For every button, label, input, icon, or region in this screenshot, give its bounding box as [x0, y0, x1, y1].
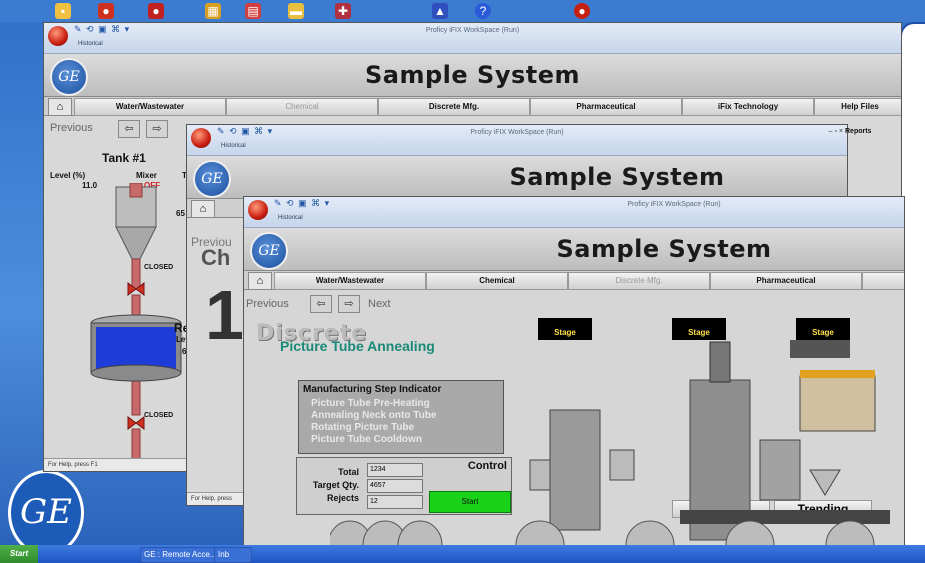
back-arrow-icon[interactable]: ⇦	[310, 295, 332, 313]
start-button[interactable]: Start	[429, 491, 511, 513]
prev-next-bar: Previous ⇦ ⇨ Next	[244, 293, 484, 315]
tab-water[interactable]: Water/Wastewater	[74, 98, 226, 116]
window-title: Proficy iFIX WorkSpace (Run)	[470, 129, 564, 136]
rejects-value: 12	[367, 495, 423, 509]
title-bar: ✎ ⟲ ▣ ⌘ ▾ Proficy iFIX WorkSpace (Run) H…	[44, 23, 901, 54]
desktop-icon-bar: ▪ ● ● ▦ ▤ ▬ ✚ ▲ ? ●	[0, 0, 925, 22]
tab-pharmaceutical[interactable]: Pharmaceutical	[710, 272, 862, 290]
level-label: Level (%)	[50, 171, 86, 180]
next-label[interactable]: Next	[368, 298, 391, 310]
network-icon[interactable]: ▦	[205, 3, 221, 19]
flag-icon[interactable]: ✚	[335, 3, 351, 19]
target-qty-field[interactable]: 4657	[367, 479, 423, 493]
ge-logo-icon: GE	[193, 160, 231, 198]
ribbon-tab-historical[interactable]: Historical	[221, 143, 246, 149]
home-icon[interactable]: ⌂	[248, 272, 272, 290]
folder-icon[interactable]: ▬	[288, 3, 304, 19]
rejects-label: Rejects	[326, 493, 359, 503]
ge-logo: GE	[8, 470, 84, 556]
subheading: Picture Tube Annealing	[280, 338, 435, 354]
stage-label-3: Stage	[796, 318, 850, 340]
step-item: Picture Tube Pre-Heating	[311, 398, 430, 409]
taskbar: Start GE : Remote Acce... Inb	[0, 545, 925, 563]
big-digit: 1	[205, 276, 244, 354]
help-icon[interactable]: ?	[475, 3, 491, 19]
tab-more[interactable]	[862, 272, 904, 290]
app-icon[interactable]: ●	[98, 3, 114, 19]
tab-water[interactable]: Water/Wastewater	[274, 272, 426, 290]
quick-access-toolbar[interactable]: ✎ ⟲ ▣ ⌘ ▾	[274, 198, 330, 209]
title-bar: ✎ ⟲ ▣ ⌘ ▾ Proficy iFIX WorkSpace (Run) H…	[187, 125, 847, 156]
nav-tabs: ⌂ Water/Wastewater Chemical Discrete Mfg…	[44, 97, 901, 116]
picture-tubes	[330, 520, 875, 545]
app-icon[interactable]: ▲	[432, 3, 448, 19]
reports-tab[interactable]: Reports	[845, 128, 871, 135]
system-banner: GE Sample System	[244, 228, 904, 271]
forward-arrow-icon[interactable]: ⇨	[338, 295, 360, 313]
tab-ifix[interactable]: iFix Technology	[682, 98, 814, 116]
taskbar-item[interactable]: GE : Remote Acce...	[140, 547, 218, 563]
tab-help[interactable]: Help Files	[814, 98, 901, 116]
target-qty-label: Target Qty.	[312, 480, 359, 490]
step-indicator-panel: Manufacturing Step Indicator Picture Tub…	[298, 380, 504, 454]
tab-discrete[interactable]: Discrete Mfg.	[378, 98, 530, 116]
system-title: Sample System	[509, 163, 725, 191]
previous-label[interactable]: Previous	[246, 298, 289, 310]
folder-icon[interactable]: ▪	[55, 3, 71, 19]
title-bar: ✎ ⟲ ▣ ⌘ ▾ Proficy iFIX WorkSpace (Run) H…	[244, 197, 904, 228]
system-title: Sample System	[556, 235, 772, 263]
document-icon[interactable]: ▤	[245, 3, 261, 19]
tab-discrete[interactable]: Discrete Mfg.	[568, 272, 710, 290]
ribbon-tab-historical[interactable]: Historical	[78, 41, 103, 47]
taskbar-item[interactable]: Inb	[214, 547, 252, 563]
forward-arrow-icon[interactable]: ⇨	[146, 120, 168, 138]
level-value: 11.0	[82, 181, 98, 190]
ge-logo-icon: GE	[250, 232, 288, 270]
app-orb-icon[interactable]	[248, 200, 268, 220]
app-icon[interactable]: ●	[148, 3, 164, 19]
tab-chemical[interactable]: Chemical	[226, 98, 378, 116]
total-value: 1234	[367, 463, 423, 477]
window-title: Proficy iFIX WorkSpace (Run)	[627, 201, 721, 208]
stage-label-1: Stage	[538, 318, 592, 340]
control-panel: Control Total 1234 Target Qty. 4657 Reje…	[296, 457, 512, 515]
page-heading: Ch	[201, 245, 231, 270]
tab-chemical[interactable]: Chemical	[426, 272, 568, 290]
tank-title: Tank #1	[102, 151, 146, 165]
step-item: Picture Tube Cooldown	[311, 434, 422, 445]
app-icon[interactable]: ●	[574, 3, 590, 19]
valve1-state: CLOSED	[144, 264, 174, 271]
valve-icon	[127, 416, 145, 430]
mixer-motor-icon	[129, 183, 143, 198]
window-controls[interactable]: – ▫ ×	[829, 128, 843, 135]
system-banner: GE Sample System	[44, 54, 901, 97]
mixer-label: Mixer	[136, 171, 157, 180]
system-banner: GE Sample System	[187, 156, 847, 199]
reactor-vessel	[90, 314, 182, 382]
start-button[interactable]: Start	[0, 545, 38, 563]
system-title: Sample System	[365, 61, 580, 89]
step-item: Rotating Picture Tube	[311, 422, 415, 433]
step-item: Annealing Neck onto Tube	[311, 410, 437, 421]
previous-label[interactable]: Previous	[50, 122, 93, 134]
tab-pharmaceutical[interactable]: Pharmaceutical	[530, 98, 682, 116]
window-title: Proficy iFIX WorkSpace (Run)	[425, 27, 520, 34]
back-arrow-icon[interactable]: ⇦	[118, 120, 140, 138]
nav-tabs: ⌂ Water/Wastewater Chemical Discrete Mfg…	[244, 271, 904, 290]
control-title: Control	[467, 460, 507, 472]
step-indicator-title: Manufacturing Step Indicator	[303, 384, 442, 395]
ribbon-tab-historical[interactable]: Historical	[278, 215, 303, 221]
valve2-state: CLOSED	[144, 412, 174, 419]
home-icon[interactable]: ⌂	[48, 98, 72, 116]
total-label: Total	[338, 467, 359, 477]
home-icon[interactable]: ⌂	[191, 200, 215, 218]
stage-label-2: Stage	[672, 318, 726, 340]
